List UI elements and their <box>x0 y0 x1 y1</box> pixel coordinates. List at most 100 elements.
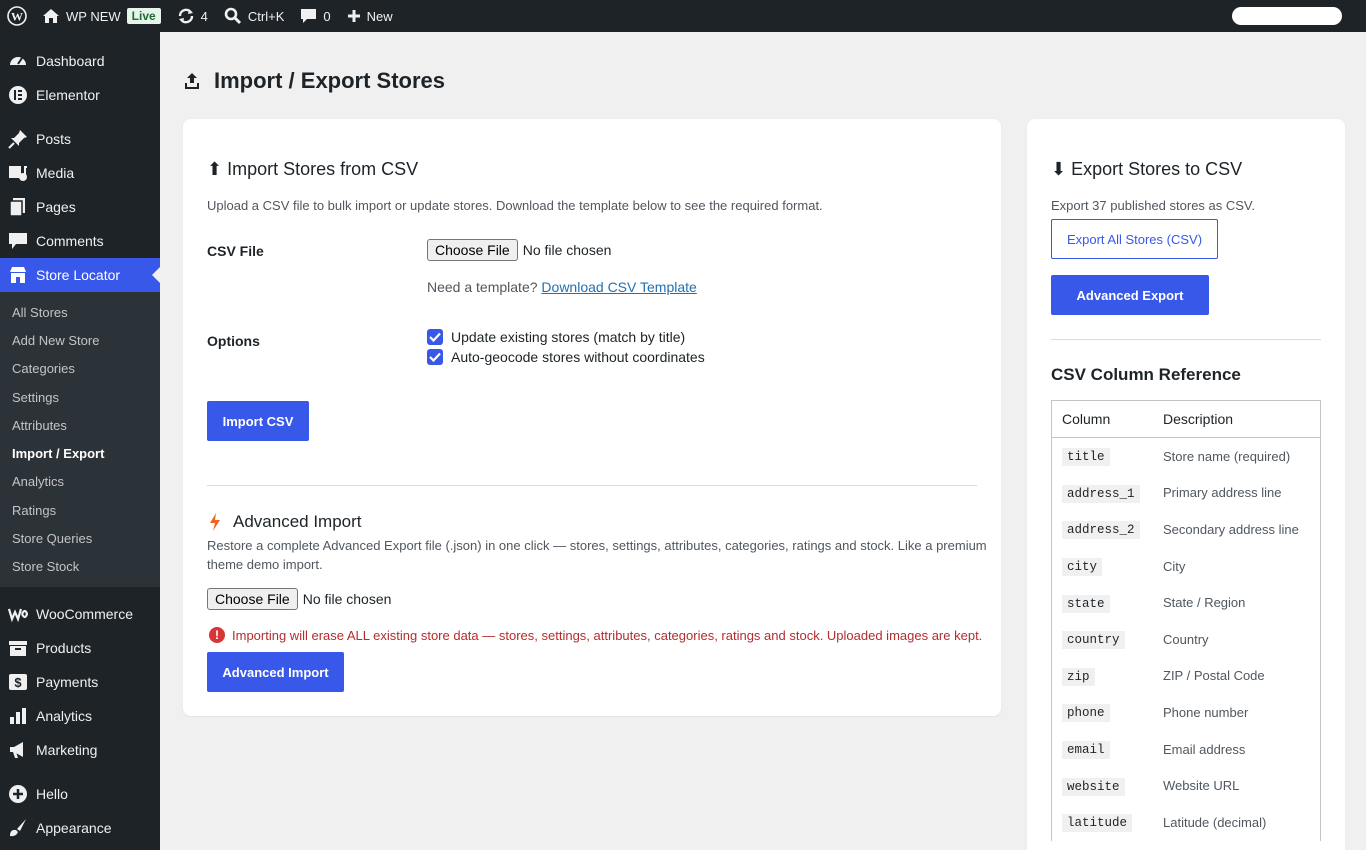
advanced-import-button[interactable]: Advanced Import <box>207 652 344 692</box>
menu-woocommerce[interactable]: WooCommerce <box>0 597 160 631</box>
download-template-link[interactable]: Download CSV Template <box>541 279 696 295</box>
plus-icon <box>347 9 361 23</box>
menu-label: Posts <box>36 131 72 147</box>
table-row: address_2 Secondary address line <box>1052 511 1320 548</box>
menu-posts[interactable]: Posts <box>0 122 160 156</box>
checkbox-checked-icon[interactable] <box>427 329 443 345</box>
section-divider <box>207 485 977 486</box>
file-status: No file chosen <box>302 591 392 607</box>
menu-appearance[interactable]: Appearance <box>0 811 160 845</box>
column-cell: email <box>1052 741 1163 760</box>
description-cell: Latitude (decimal) <box>1163 814 1267 830</box>
media-icon <box>8 163 28 183</box>
woo-icon <box>8 604 28 624</box>
warning-icon: ! <box>209 627 225 643</box>
submenu-all-stores[interactable]: All Stores <box>0 298 160 326</box>
import-card: ⬆ Import Stores from CSV Upload a CSV fi… <box>183 119 1001 716</box>
column-cell: title <box>1052 448 1163 467</box>
wordpress-logo-icon[interactable]: W <box>0 0 34 32</box>
site-name-link[interactable]: WP NEW Live <box>34 0 169 32</box>
submenu-store-queries[interactable]: Store Queries <box>0 524 160 552</box>
column-code: zip <box>1062 667 1095 686</box>
column-code: address_2 <box>1062 521 1140 540</box>
plus-circle-icon <box>8 784 28 804</box>
choose-file-button[interactable]: Choose File <box>427 239 518 261</box>
checkbox-checked-icon[interactable] <box>427 349 443 365</box>
table-row: city City <box>1052 548 1320 585</box>
menu-payments[interactable]: $ Payments <box>0 665 160 699</box>
submenu-import-export[interactable]: Import / Export <box>0 439 160 467</box>
menu-label: Store Locator <box>36 267 121 283</box>
comments-link[interactable]: 0 <box>292 0 338 32</box>
menu-label: Marketing <box>36 741 98 758</box>
comments-count: 0 <box>323 8 331 24</box>
menu-label: Pages <box>36 199 76 215</box>
menu-media[interactable]: Media <box>0 156 160 190</box>
menu-store-locator[interactable]: Store Locator <box>0 258 160 292</box>
table-row: email Email address <box>1052 731 1320 768</box>
search-shortcut: Ctrl+K <box>247 8 285 24</box>
option-update-existing[interactable]: Update existing stores (match by title) <box>427 329 685 345</box>
column-code: address_1 <box>1062 484 1140 503</box>
new-content-link[interactable]: New <box>339 0 401 32</box>
advanced-import-header: Advanced Import <box>209 512 362 532</box>
table-body: title Store name (required) address_1 Prima… <box>1052 438 1320 841</box>
submenu-attributes[interactable]: Attributes <box>0 411 160 439</box>
submenu-settings[interactable]: Settings <box>0 383 160 411</box>
menu-label: Media <box>36 165 75 181</box>
description-cell: State / Region <box>1163 595 1246 611</box>
comment-icon <box>8 231 28 251</box>
menu-products[interactable]: Products <box>0 631 160 665</box>
choose-file-button[interactable]: Choose File <box>207 588 298 610</box>
analytics-icon <box>8 706 28 726</box>
search-icon <box>224 7 242 25</box>
submenu-ratings[interactable]: Ratings <box>0 496 160 524</box>
submenu-categories[interactable]: Categories <box>0 355 160 383</box>
menu-marketing[interactable]: Marketing <box>0 733 160 767</box>
json-file-input[interactable]: Choose File No file chosen <box>207 588 391 610</box>
advanced-import-description: Restore a complete Advanced Export file … <box>207 538 987 572</box>
description-cell: City <box>1163 558 1186 574</box>
description-cell: Email address <box>1163 741 1246 757</box>
export-description: Export 37 published stores as CSV. <box>1051 198 1256 213</box>
template-prefix: Need a template? <box>427 279 538 295</box>
menu-hello[interactable]: Hello <box>0 777 160 811</box>
submenu-analytics[interactable]: Analytics <box>0 468 160 496</box>
search-link[interactable]: Ctrl+K <box>216 0 292 32</box>
submenu-add-new-store[interactable]: Add New Store <box>0 326 160 354</box>
menu-analytics[interactable]: Analytics <box>0 699 160 733</box>
menu-dashboard[interactable]: Dashboard <box>0 44 160 78</box>
site-name: WP NEW <box>66 8 121 24</box>
table-row: title Store name (required) <box>1052 438 1320 475</box>
csv-file-label: CSV File <box>207 243 264 259</box>
updates-link[interactable]: 4 <box>169 0 216 32</box>
column-header: Column <box>1062 411 1111 427</box>
menu-label: Elementor <box>36 87 100 103</box>
option-auto-geocode[interactable]: Auto-geocode stores without coordinates <box>427 349 705 365</box>
column-code: title <box>1062 448 1110 467</box>
table-row: phone Phone number <box>1052 694 1320 731</box>
options-label: Options <box>207 333 260 349</box>
page-header: Import / Export Stores <box>184 68 445 94</box>
main-content: Import / Export Stores ⬆ Import Stores f… <box>160 32 1366 850</box>
advanced-export-button[interactable]: Advanced Export <box>1051 275 1209 315</box>
column-cell: country <box>1052 631 1163 650</box>
export-all-button[interactable]: Export All Stores (CSV) <box>1051 219 1218 259</box>
svg-text:$: $ <box>14 675 22 690</box>
menu-comments[interactable]: Comments <box>0 224 160 258</box>
import-csv-button[interactable]: Import CSV <box>207 401 309 441</box>
dashboard-icon <box>8 51 28 71</box>
submenu-store-stock[interactable]: Store Stock <box>0 553 160 581</box>
description-cell: Primary address line <box>1163 485 1282 501</box>
menu-pages[interactable]: Pages <box>0 190 160 224</box>
products-icon <box>8 638 28 658</box>
export-heading: ⬇ Export Stores to CSV <box>1051 159 1243 179</box>
csv-file-input[interactable]: Choose File No file chosen <box>427 239 611 261</box>
column-code: city <box>1062 558 1103 577</box>
column-cell: city <box>1052 558 1163 577</box>
description-cell: ZIP / Postal Code <box>1163 668 1265 684</box>
pages-icon <box>8 197 28 217</box>
user-account-redacted[interactable] <box>1232 7 1342 25</box>
menu-label: Products <box>36 639 92 656</box>
menu-elementor[interactable]: Elementor <box>0 78 160 112</box>
